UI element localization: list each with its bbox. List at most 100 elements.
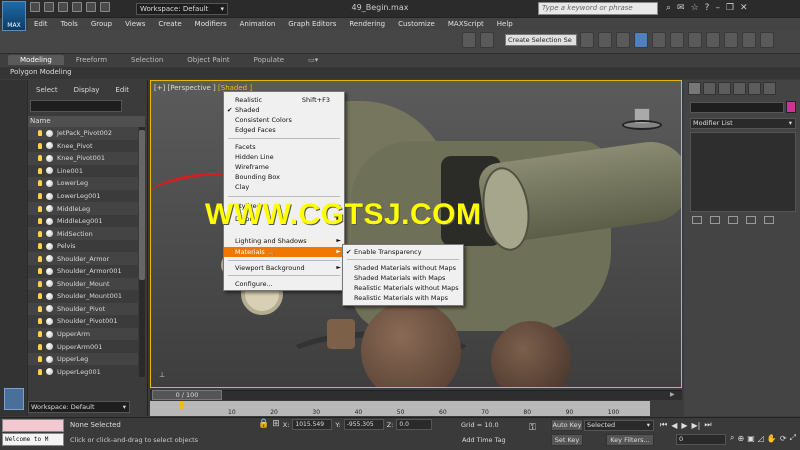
light-bulb-icon[interactable] (38, 167, 42, 174)
light-bulb-icon[interactable] (38, 293, 42, 300)
mirror-icon[interactable] (580, 32, 594, 48)
motion-tab-icon[interactable] (733, 82, 746, 95)
zoom-icon[interactable]: ⌕ (730, 433, 734, 443)
light-bulb-icon[interactable] (38, 230, 42, 237)
auto-key-button[interactable]: Auto Key (551, 419, 583, 431)
menu-item-viewport-background[interactable]: Viewport Background ► (224, 263, 344, 273)
tab-modeling[interactable]: Modeling (8, 55, 64, 65)
search-icon[interactable]: ⌕ (666, 3, 671, 14)
key-filters-button[interactable]: Key Filters... (606, 434, 654, 446)
list-item[interactable]: UpperArm001 (28, 340, 138, 353)
menu-item-edged-faces[interactable]: Edged Faces (224, 125, 344, 135)
menu-group[interactable]: Group (91, 20, 112, 28)
menu-tools[interactable]: Tools (61, 20, 78, 28)
help-icon[interactable]: ? (705, 3, 710, 14)
menu-animation[interactable]: Animation (240, 20, 276, 28)
menu-item-lighting-and-shadows[interactable]: Lighting and Shadows ► (224, 236, 344, 246)
menu-views[interactable]: Views (125, 20, 145, 28)
light-bulb-icon[interactable] (38, 318, 42, 325)
maxscript-mini-listener[interactable]: Welcome to M (2, 433, 64, 446)
create-tab-icon[interactable] (688, 82, 701, 95)
list-item[interactable]: LowerLeg (28, 177, 138, 190)
layer-explorer-icon[interactable] (616, 32, 630, 48)
pin-stack-icon[interactable] (692, 216, 702, 224)
render-setup-icon[interactable] (706, 32, 720, 48)
magnet-snap-icon[interactable] (462, 32, 476, 48)
time-slider-thumb[interactable]: 0 / 100 (152, 390, 222, 400)
list-item[interactable]: Shoulder_Mount001 (28, 290, 138, 303)
zoom-extents-icon[interactable]: ▣ (747, 434, 755, 443)
x-coordinate-field[interactable]: 1015.549 (292, 419, 333, 430)
list-item[interactable]: Shoulder_Mount (28, 277, 138, 291)
menu-item-materials[interactable]: Materials ► (224, 247, 344, 257)
menu-item-facets[interactable]: Facets (224, 142, 344, 152)
show-end-result-icon[interactable] (710, 216, 720, 224)
application-menu-button[interactable]: MAX (2, 1, 26, 31)
named-selection-set-dropdown[interactable]: Create Selection Se (505, 34, 577, 46)
list-item[interactable]: Shoulder_Pivot (28, 302, 138, 316)
time-slider-arrow-icon[interactable]: ▶ (670, 391, 675, 398)
next-frame-icon[interactable]: ▶| (692, 421, 701, 430)
configure-modifier-sets-icon[interactable] (764, 216, 774, 224)
current-frame-field[interactable]: 0 (676, 434, 726, 445)
light-bulb-icon[interactable] (38, 142, 42, 149)
menu-maxscript[interactable]: MAXScript (448, 20, 484, 28)
workspace-dropdown[interactable]: Workspace: Default ▾ (136, 3, 228, 15)
list-item[interactable]: MidSection (28, 227, 138, 240)
render-teapot-icon[interactable] (760, 32, 774, 48)
close-icon[interactable]: ✕ (740, 3, 748, 14)
light-bulb-icon[interactable] (38, 268, 42, 275)
go-to-start-icon[interactable]: ⏮ (660, 420, 667, 430)
ribbon-options-icon[interactable]: ▭▾ (296, 55, 330, 65)
align-icon[interactable] (598, 32, 612, 48)
explorer-workspace-dropdown[interactable]: Workspace: Default ▾ (28, 401, 130, 413)
menu-item-wireframe[interactable]: Wireframe (224, 162, 344, 172)
hierarchy-tab-icon[interactable] (718, 82, 731, 95)
list-item[interactable]: JetPack_Pivot002 (28, 127, 138, 140)
light-bulb-icon[interactable] (38, 356, 42, 363)
light-bulb-icon[interactable] (38, 331, 42, 338)
menu-item-configure[interactable]: Configure... (224, 279, 344, 289)
menu-item-hidden-line[interactable]: Hidden Line (224, 152, 344, 162)
submenu-item-shaded-without-maps[interactable]: Shaded Materials without Maps (343, 263, 463, 273)
display-tab-icon[interactable] (748, 82, 761, 95)
list-item[interactable]: UpperArm (28, 327, 138, 341)
zoom-all-icon[interactable]: ⊕ (737, 434, 744, 443)
search-input[interactable]: Type a keyword or phrase (538, 2, 658, 15)
light-bulb-icon[interactable] (38, 368, 42, 375)
light-bulb-icon[interactable] (38, 155, 42, 162)
light-bulb-icon[interactable] (38, 180, 42, 187)
menu-graph-editors[interactable]: Graph Editors (288, 20, 336, 28)
modifier-list-dropdown[interactable]: Modifier List ▾ (690, 118, 796, 129)
polygon-modeling-label[interactable]: Polygon Modeling (10, 68, 72, 76)
redo-icon[interactable] (86, 2, 96, 12)
pan-icon[interactable]: ✋ (767, 434, 777, 443)
tab-freeform[interactable]: Freeform (64, 55, 119, 65)
submenu-item-shaded-with-maps[interactable]: Shaded Materials with Maps (343, 273, 463, 283)
light-bulb-icon[interactable] (38, 305, 42, 312)
key-filter-selection-dropdown[interactable]: Selected ▾ (584, 420, 654, 431)
time-slider[interactable] (150, 390, 682, 400)
remove-modifier-icon[interactable] (746, 216, 756, 224)
list-item[interactable]: UpperLeg001 (28, 365, 138, 378)
star-icon[interactable]: ☆ (691, 3, 699, 14)
save-file-icon[interactable] (58, 2, 68, 12)
list-item[interactable]: UpperLeg (28, 352, 138, 366)
viewcube-icon[interactable] (622, 108, 662, 134)
open-file-icon[interactable] (44, 2, 54, 12)
explorer-scrollbar-thumb[interactable] (139, 130, 145, 280)
list-item[interactable]: Knee_Pivot001 (28, 152, 138, 165)
menu-item-shaded[interactable]: ✔ Shaded (224, 105, 344, 115)
light-bulb-icon[interactable] (38, 193, 42, 199)
submenu-item-enable-transparency[interactable]: ✔ Enable Transparency (343, 247, 463, 257)
light-bulb-icon[interactable] (38, 218, 42, 225)
list-item[interactable]: Line001 (28, 165, 138, 178)
modify-tab-icon[interactable] (703, 82, 716, 95)
explorer-search-input[interactable] (30, 100, 122, 112)
utilities-tab-icon[interactable] (763, 82, 776, 95)
light-bulb-icon[interactable] (38, 243, 42, 250)
restore-icon[interactable]: ❐ (726, 3, 734, 14)
menu-customize[interactable]: Customize (398, 20, 435, 28)
scene-explorer-icon[interactable] (634, 32, 648, 48)
maxscript-listener-output[interactable] (2, 419, 64, 432)
